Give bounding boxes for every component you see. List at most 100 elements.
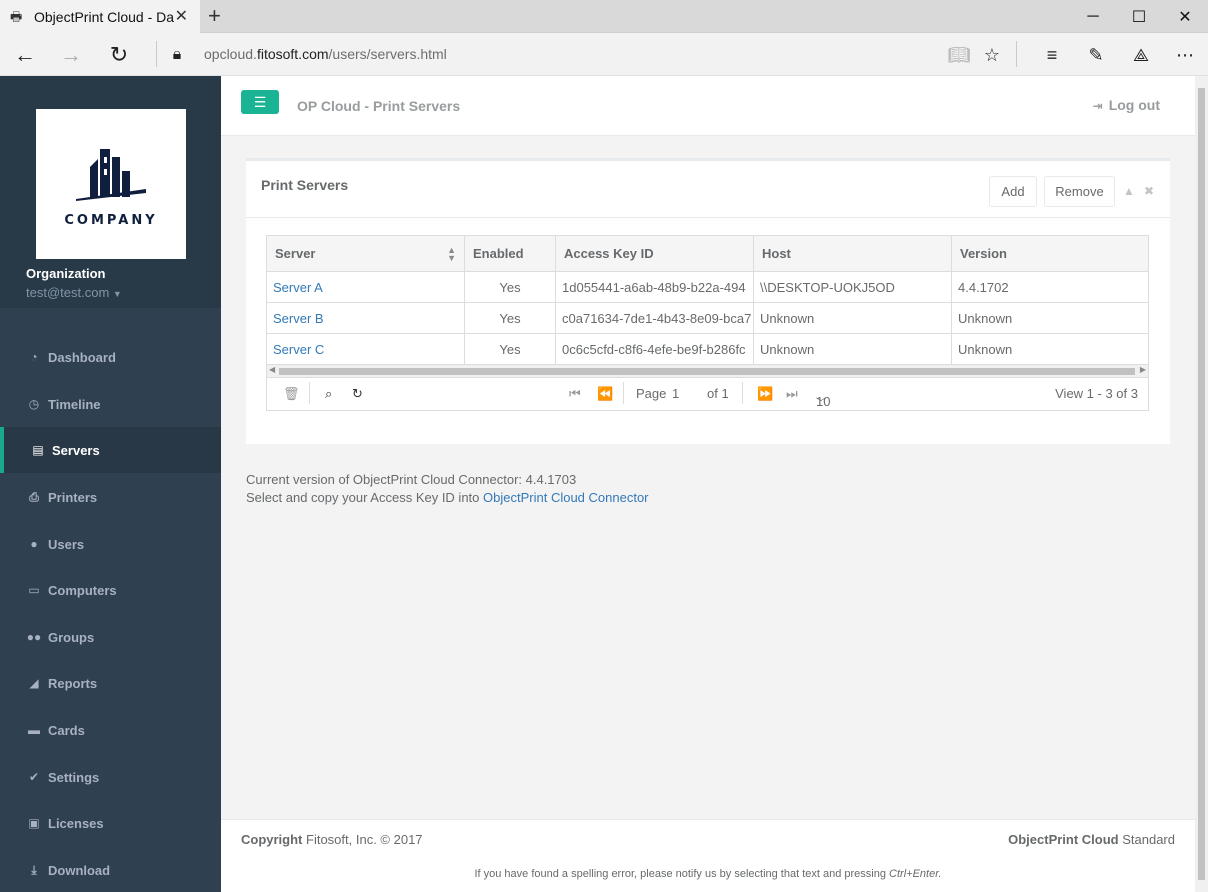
add-button[interactable]: Add — [989, 176, 1037, 207]
enabled-cell: Yes — [465, 334, 556, 364]
url-path: /users/servers.html — [328, 46, 447, 62]
collapse-chevron-icon[interactable]: ▲ — [1123, 184, 1135, 198]
server-link[interactable]: Server B — [267, 303, 465, 333]
scroll-left-icon[interactable]: ◀ — [269, 365, 275, 374]
server-link[interactable]: Server A — [267, 272, 465, 302]
trash-icon[interactable]: 🗑︎ — [283, 386, 300, 402]
hub-icon[interactable]: ≡ — [1039, 42, 1065, 68]
download-icon: ⤓ — [31, 862, 37, 877]
shortcut-keys: Ctrl+Enter. — [889, 868, 942, 880]
sidebar-item-computers[interactable]: ▭ Computers — [0, 567, 221, 613]
view-records-info: View 1 - 3 of 3 — [1055, 386, 1138, 401]
url-field[interactable]: opcloud.fitosoft.com/users/servers.html — [204, 46, 447, 62]
sidebar-item-label: Licenses — [48, 815, 104, 831]
table-row[interactable]: Server B Yes c0a71634-7de1-4b43-8e09-bca… — [267, 303, 1148, 334]
sidebar-item-label: Printers — [48, 489, 98, 505]
next-page-icon[interactable]: ⏩ — [757, 386, 773, 402]
sidebar-item-label: Settings — [48, 769, 100, 785]
server-link[interactable]: Server C — [267, 334, 465, 364]
reload-icon[interactable]: ↻ — [352, 386, 363, 402]
spelling-note: If you have found a spelling error, plea… — [221, 868, 1195, 880]
page-total: of 1 — [707, 386, 729, 401]
table-row[interactable]: Server C Yes 0c6c5cfd-c8f6-4efe-be9f-b28… — [267, 334, 1148, 365]
sidebar-item-dashboard[interactable]: ◔ Dashboard — [0, 334, 221, 380]
sidebar-item-label: Users — [48, 536, 85, 552]
sidebar-item-users[interactable]: ● Users — [0, 521, 221, 567]
sidebar-item-timeline[interactable]: ◷ Timeline — [0, 381, 221, 427]
sidebar-item-settings[interactable]: ✔ Settings — [0, 754, 221, 800]
top-navbar: ☰ OP Cloud - Print Servers ⇥ Log out — [221, 76, 1195, 136]
toolbar-divider — [156, 41, 157, 67]
user-icon: ● — [30, 537, 38, 551]
browser-tab[interactable]: 🖶 ObjectPrint Cloud - Das ✕ — [0, 0, 200, 33]
scrollbar-thumb[interactable] — [1198, 88, 1205, 880]
column-label: Version — [960, 246, 1007, 261]
last-page-icon[interactable]: ⏭ — [786, 386, 798, 402]
print-servers-panel: Print Servers Add Remove ▲ ✖ Server ▲ ▼ En… — [246, 158, 1170, 444]
version-cell: 4.4.1702 — [958, 279, 1009, 295]
close-tab-icon[interactable]: ✕ — [175, 6, 188, 26]
prev-page-icon[interactable]: ⏪ — [597, 386, 613, 402]
column-header-enabled[interactable]: Enabled — [465, 236, 556, 271]
close-window-icon[interactable]: ✕ — [1162, 0, 1208, 33]
minimize-icon[interactable]: ─ — [1070, 0, 1116, 33]
access-key-cell[interactable]: 0c6c5cfd-c8f6-4efe-be9f-b286fc — [556, 334, 754, 364]
more-icon[interactable]: ⋯ — [1172, 42, 1198, 68]
copyright-label: Copyright — [241, 832, 303, 847]
sidebar-item-label: Groups — [48, 629, 95, 645]
printer-favicon-icon: 🖶 — [10, 8, 23, 24]
toolbar-divider — [1016, 41, 1017, 67]
web-note-icon[interactable]: ✎ — [1083, 42, 1109, 68]
page-label: Page — [636, 386, 667, 401]
column-header-server[interactable]: Server ▲ ▼ — [267, 236, 465, 271]
column-label: Server — [275, 246, 316, 261]
scroll-right-icon[interactable]: ▶ — [1140, 365, 1146, 374]
access-key-cell[interactable]: 1d055441-a6ab-48b9-b22a-494 — [556, 272, 754, 302]
column-header-version[interactable]: Version — [952, 236, 1148, 271]
pager-divider — [623, 382, 624, 404]
table-row[interactable]: Server A Yes 1d055441-a6ab-48b9-b22a-494… — [267, 272, 1148, 303]
pager-divider — [742, 382, 743, 404]
lock-icon[interactable]: 🔒︎ — [162, 41, 192, 69]
sidebar-item-groups[interactable]: ●● Groups — [0, 614, 221, 660]
server-icon: ▤ — [32, 443, 44, 457]
search-icon[interactable]: ⌕ — [325, 386, 332, 402]
sidebar-item-reports[interactable]: ◢ Reports — [0, 660, 221, 706]
organization-label: Organization — [26, 266, 106, 281]
sidebar-item-printers[interactable]: ⎙ Printers — [0, 474, 221, 520]
browser-tab-bar: 🖶 ObjectPrint Cloud - Das ✕ + ─ ☐ ✕ — [0, 0, 1208, 33]
refresh-icon[interactable]: ↻ — [104, 41, 134, 69]
favorite-star-icon[interactable]: ☆ — [979, 42, 1005, 68]
logout-link[interactable]: ⇥ Log out — [1093, 97, 1160, 113]
maximize-icon[interactable]: ☐ — [1116, 0, 1162, 33]
page-title: OP Cloud - Print Servers — [297, 98, 461, 114]
column-header-access-key[interactable]: Access Key ID — [556, 236, 754, 271]
first-page-icon[interactable]: ⏮ — [569, 386, 581, 402]
column-label: Enabled — [473, 246, 524, 261]
share-icon[interactable]: ⟁ — [1128, 42, 1154, 68]
reading-view-icon[interactable]: 📖︎ — [946, 42, 972, 68]
menu-toggle-button[interactable]: ☰ — [241, 90, 279, 114]
sidebar-item-label: Computers — [48, 582, 117, 598]
buildings-logo-icon: COMPANY — [64, 149, 155, 228]
page-vertical-scrollbar[interactable] — [1195, 76, 1208, 892]
sidebar-item-servers[interactable]: ▤ Servers — [0, 427, 221, 473]
forward-arrow-icon[interactable]: → — [56, 41, 86, 69]
product-name: ObjectPrint Cloud — [1008, 832, 1119, 847]
new-tab-icon[interactable]: + — [208, 3, 221, 29]
column-header-host[interactable]: Host — [754, 236, 952, 271]
horizontal-scrollbar[interactable]: ◀ ▶ — [267, 365, 1148, 378]
user-email-dropdown[interactable]: test@test.com ▼ — [26, 285, 122, 300]
sidebar-item-download[interactable]: ⤓ Download — [0, 847, 221, 892]
sidebar-item-cards[interactable]: ▬ Cards — [0, 707, 221, 753]
page-input[interactable]: 1 — [672, 386, 679, 401]
close-panel-icon[interactable]: ✖ — [1144, 184, 1154, 198]
sort-icon[interactable]: ▲ ▼ — [447, 245, 456, 262]
scrollbar-thumb[interactable] — [279, 368, 1135, 375]
sidebar-item-licenses[interactable]: ▣ Licenses — [0, 800, 221, 846]
remove-button[interactable]: Remove — [1044, 176, 1115, 207]
back-arrow-icon[interactable]: ← — [10, 41, 40, 69]
connector-link[interactable]: ObjectPrint Cloud Connector — [483, 490, 648, 505]
column-label: Host — [762, 246, 791, 261]
access-key-cell[interactable]: c0a71634-7de1-4b43-8e09-bca7 — [556, 303, 754, 333]
